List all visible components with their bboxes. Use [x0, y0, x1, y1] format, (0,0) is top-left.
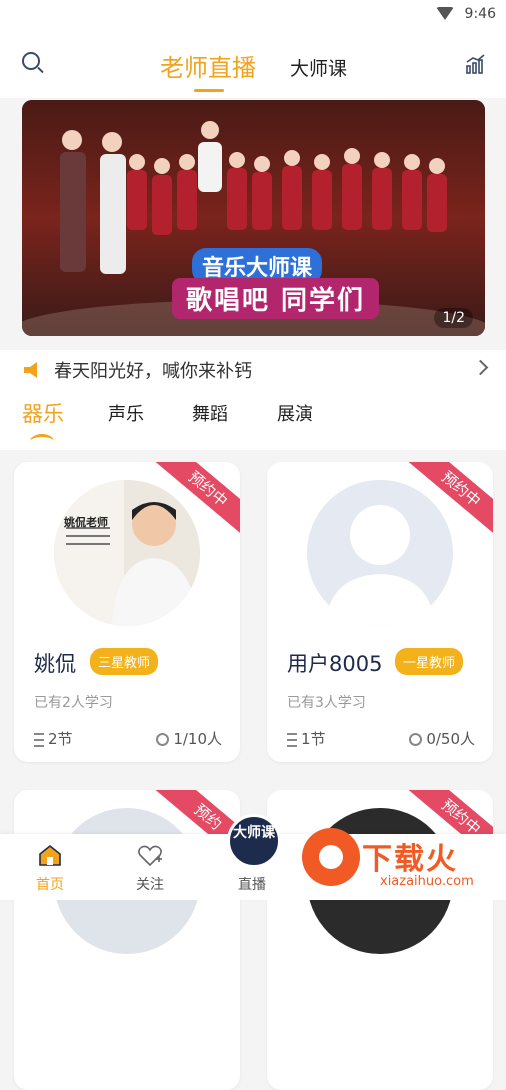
- list-icon: [287, 732, 297, 747]
- banner-title-main: 歌唱吧 同学们: [172, 278, 380, 319]
- avatar: 姚侃老师: [54, 480, 200, 626]
- avatar: [307, 480, 453, 626]
- watermark-url: xiazaihuo.com: [380, 874, 474, 889]
- alarm-clock-icon: [409, 733, 423, 746]
- learner-count: 已有3人学习: [287, 695, 366, 711]
- search-icon[interactable]: [22, 52, 40, 70]
- teacher-card[interactable]: 预约中 姚侃老师 姚侃 三星教师 已有2人学习 2节 1/10人: [14, 462, 240, 762]
- class-capacity: 0/50人: [409, 728, 475, 749]
- nav-home[interactable]: 首页: [20, 874, 80, 894]
- category-tab-instrumental[interactable]: 器乐: [22, 398, 64, 428]
- active-tab-indicator: [194, 89, 224, 92]
- nav-live[interactable]: 直播: [222, 874, 282, 894]
- status-time: 9:46: [464, 6, 496, 22]
- bottom-nav: 首页 关注 大师课 直播 下载火 xiazaihuo.com: [0, 814, 506, 900]
- tab-master-class[interactable]: 大师课: [290, 54, 347, 81]
- banner-pager: 1/2: [434, 308, 473, 328]
- top-nav: 老师直播 大师课: [0, 28, 506, 98]
- megaphone-icon: [24, 362, 37, 378]
- category-tabs: 器乐 声乐 舞蹈 展演: [0, 390, 506, 450]
- nav-follow[interactable]: 关注: [120, 874, 180, 894]
- learner-count: 已有2人学习: [34, 695, 113, 711]
- teacher-level-badge: 三星教师: [90, 648, 159, 675]
- category-tab-vocal[interactable]: 声乐: [108, 400, 144, 426]
- notice-bar[interactable]: 春天阳光好，喊你来补钙: [0, 350, 506, 390]
- teacher-level-badge: 一星教师: [395, 648, 464, 675]
- list-icon: [34, 732, 44, 747]
- teacher-name: 用户8005: [287, 652, 383, 676]
- home-icon[interactable]: [38, 844, 62, 866]
- lesson-count: 1节: [287, 728, 326, 749]
- teacher-card[interactable]: 预约中 用户8005 一星教师 已有3人学习 1节 0/50人: [267, 462, 493, 762]
- active-category-indicator: [30, 434, 54, 449]
- ranking-chart-icon[interactable]: [466, 54, 486, 74]
- status-bar: 9:46: [0, 0, 506, 28]
- watermark-logo-icon: [302, 828, 360, 886]
- heart-plus-icon[interactable]: [137, 844, 163, 868]
- watermark-text: 下载火: [362, 842, 458, 877]
- notice-text: 春天阳光好，喊你来补钙: [54, 361, 252, 382]
- category-tab-dance[interactable]: 舞蹈: [192, 400, 228, 426]
- banner-carousel[interactable]: 音乐大师课 歌唱吧 同学们 1/2: [22, 100, 485, 336]
- wifi-icon: [436, 7, 454, 20]
- live-master-class-badge[interactable]: 大师课: [227, 814, 281, 868]
- chevron-right-icon[interactable]: [472, 359, 489, 376]
- category-tab-performance[interactable]: 展演: [277, 400, 313, 426]
- tab-teacher-live[interactable]: 老师直播: [160, 48, 256, 83]
- alarm-clock-icon: [156, 733, 170, 746]
- lesson-count: 2节: [34, 728, 73, 749]
- class-capacity: 1/10人: [156, 728, 222, 749]
- avatar-caption: 姚侃老师: [64, 516, 108, 529]
- teacher-name: 姚侃: [34, 652, 76, 676]
